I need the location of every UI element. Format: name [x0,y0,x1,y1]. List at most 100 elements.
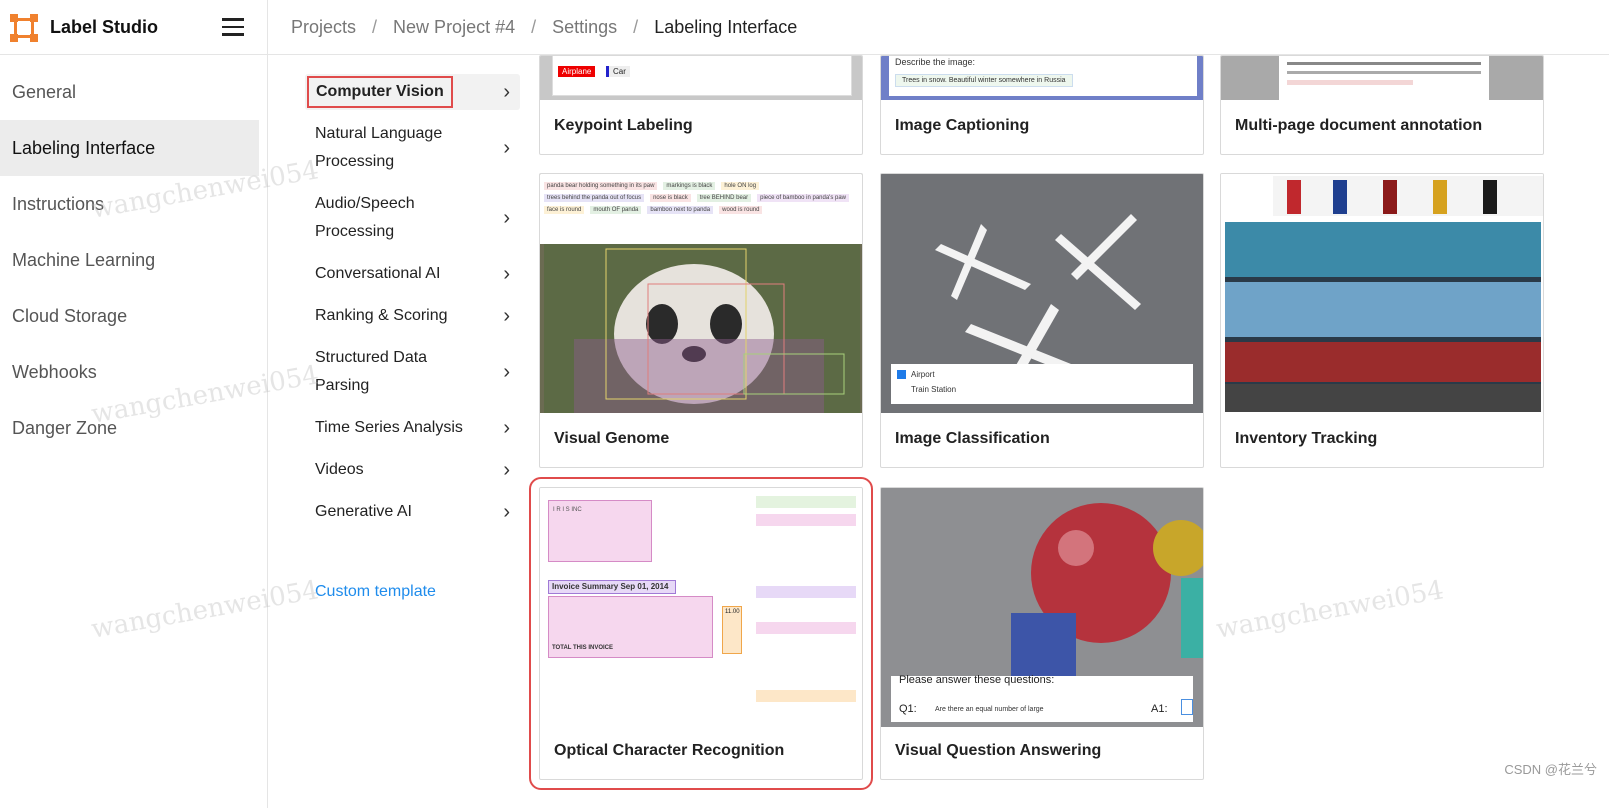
template-card-captioning[interactable]: Describe the image: Trees in snow. Beaut… [880,55,1204,155]
chevron-right-icon: › [503,304,510,327]
tag-airplane: Airplane [558,66,596,77]
category-label: Audio/Speech Processing [315,195,415,240]
chevron-right-icon: › [503,416,510,439]
category-videos[interactable]: Videos › [305,456,520,484]
class-option-label: Airport [911,370,935,379]
template-title: Image Classification [895,430,1050,447]
sidebar-item-webhooks[interactable]: Webhooks [0,344,259,400]
sidebar-item-labeling-interface[interactable]: Labeling Interface [0,120,259,176]
template-card-inventory[interactable]: Inventory Tracking [1220,173,1544,468]
category-label: Time Series Analysis [315,419,463,436]
menu-icon[interactable] [222,18,244,36]
vqa-question: Are there an equal number of large [935,706,1044,713]
vqa-prompt: Please answer these questions: [899,674,1055,686]
vqa-answer-input[interactable] [1181,699,1193,715]
watermark: wangchenwei054 [1214,575,1447,645]
class-option-train-station[interactable]: Train Station [897,385,956,394]
label-studio-logo-icon [10,13,38,42]
ocr-total: TOTAL THIS INVOICE [552,645,614,651]
template-thumbnail: Airport Train Station [881,174,1203,413]
chevron-right-icon: › [503,500,510,523]
template-thumbnail: panda bear holding something in its paw … [540,174,862,413]
vqa-a1: A1: [1151,703,1168,715]
sidebar-item-general[interactable]: General [0,64,259,120]
settings-sidebar: General Labeling Interface Instructions … [0,55,268,808]
caption-prompt: Describe the image: [895,57,976,67]
app-name: Label Studio [50,17,158,37]
shelf-image [1225,176,1543,412]
genome-tag: face is round [544,206,585,214]
genome-tag: mouth OF panda [590,206,642,214]
category-audio[interactable]: Audio/Speech Processing › [305,190,520,246]
spheres-image [881,488,1203,727]
class-option-airport[interactable]: Airport [897,370,956,380]
checkbox-checked-icon [897,370,906,380]
chevron-right-icon: › [503,80,510,103]
template-thumbnail: Describe the image: Trees in snow. Beaut… [881,56,1203,100]
breadcrumb: Projects / New Project #4 / Settings / L… [291,0,797,55]
category-nlp[interactable]: Natural Language Processing › [305,120,520,176]
breadcrumb-settings[interactable]: Settings [552,17,617,38]
genome-tag: trees behind the panda out of focus [544,194,645,202]
template-card-image-classification[interactable]: Airport Train Station Image Classificati… [880,173,1204,468]
template-thumbnail [1221,56,1543,100]
sidebar-item-machine-learning[interactable]: Machine Learning [0,232,259,288]
template-title: Optical Character Recognition [554,742,785,759]
ocr-company: I R I S INC [548,500,652,562]
chevron-right-icon: › [503,360,510,383]
genome-tag: hole ON log [721,182,760,190]
breadcrumb-current: Labeling Interface [654,17,798,37]
category-conversational-ai[interactable]: Conversational AI › [305,260,520,288]
panda-image [544,244,860,413]
chevron-right-icon: › [503,136,510,159]
chevron-right-icon: › [503,206,510,229]
template-card-ocr[interactable]: I R I S INC Invoice Summary Sep 01, 2014… [529,477,873,790]
genome-tag: markings is black [663,182,716,190]
chevron-right-icon: › [503,458,510,481]
ocr-summary: Invoice Summary Sep 01, 2014 [548,580,676,594]
category-label: Videos [315,461,364,478]
category-label: Structured Data Parsing [315,349,428,394]
template-thumbnail: I R I S INC Invoice Summary Sep 01, 2014… [540,488,862,727]
category-ranking[interactable]: Ranking & Scoring › [305,302,520,330]
template-card-multipage[interactable]: Multi-page document annotation [1220,55,1544,155]
brand: Label Studio [0,0,268,55]
custom-template-link[interactable]: Custom template [315,583,436,601]
top-bar: Label Studio Projects / New Project #4 /… [0,0,1609,55]
csdn-credit: CSDN @花兰兮 [1504,762,1597,777]
template-title: Visual Genome [554,430,670,447]
sidebar-item-danger-zone[interactable]: Danger Zone [0,400,259,456]
vqa-q1: Q1: [899,703,917,715]
template-thumbnail: Please answer these questions: Q1: Are t… [881,488,1203,727]
category-time-series[interactable]: Time Series Analysis › [305,414,520,442]
category-label: Computer Vision [307,76,453,108]
genome-tag: piece of bamboo in panda's paw [757,194,849,202]
template-title: Multi-page document annotation [1235,117,1483,134]
sidebar-item-instructions[interactable]: Instructions [0,176,259,232]
category-generative-ai[interactable]: Generative AI › [305,498,520,526]
sidebar-item-cloud-storage[interactable]: Cloud Storage [0,288,259,344]
template-card-vqa[interactable]: Please answer these questions: Q1: Are t… [880,487,1204,780]
breadcrumb-projects[interactable]: Projects [291,17,356,38]
breadcrumb-project[interactable]: New Project #4 [393,17,515,38]
tag-car: Car [606,66,630,77]
template-title: Image Captioning [895,117,1030,134]
class-option-label: Train Station [911,385,957,395]
caption-text: Trees in snow. Beautiful winter somewher… [895,74,1073,87]
genome-tag: nose is black [650,194,691,202]
template-title: Keypoint Labeling [554,117,693,134]
genome-tag: bamboo next to panda [647,206,714,214]
template-card-keypoint[interactable]: Airplane Car Keypoint Labeling [539,55,863,155]
category-label: Conversational AI [315,265,441,282]
breadcrumb-separator: / [531,17,537,37]
breadcrumb-separator: / [372,17,378,37]
chevron-right-icon: › [503,262,510,285]
category-label: Natural Language Processing [315,125,443,170]
breadcrumb-separator: / [633,17,639,37]
genome-tag: panda bear holding something in its paw [544,182,658,190]
template-card-visual-genome[interactable]: panda bear holding something in its paw … [539,173,863,468]
category-computer-vision[interactable]: Computer Vision › [305,74,520,110]
genome-tag: wood is round [719,206,763,214]
category-structured-data[interactable]: Structured Data Parsing › [305,344,520,400]
template-title: Visual Question Answering [895,742,1102,759]
